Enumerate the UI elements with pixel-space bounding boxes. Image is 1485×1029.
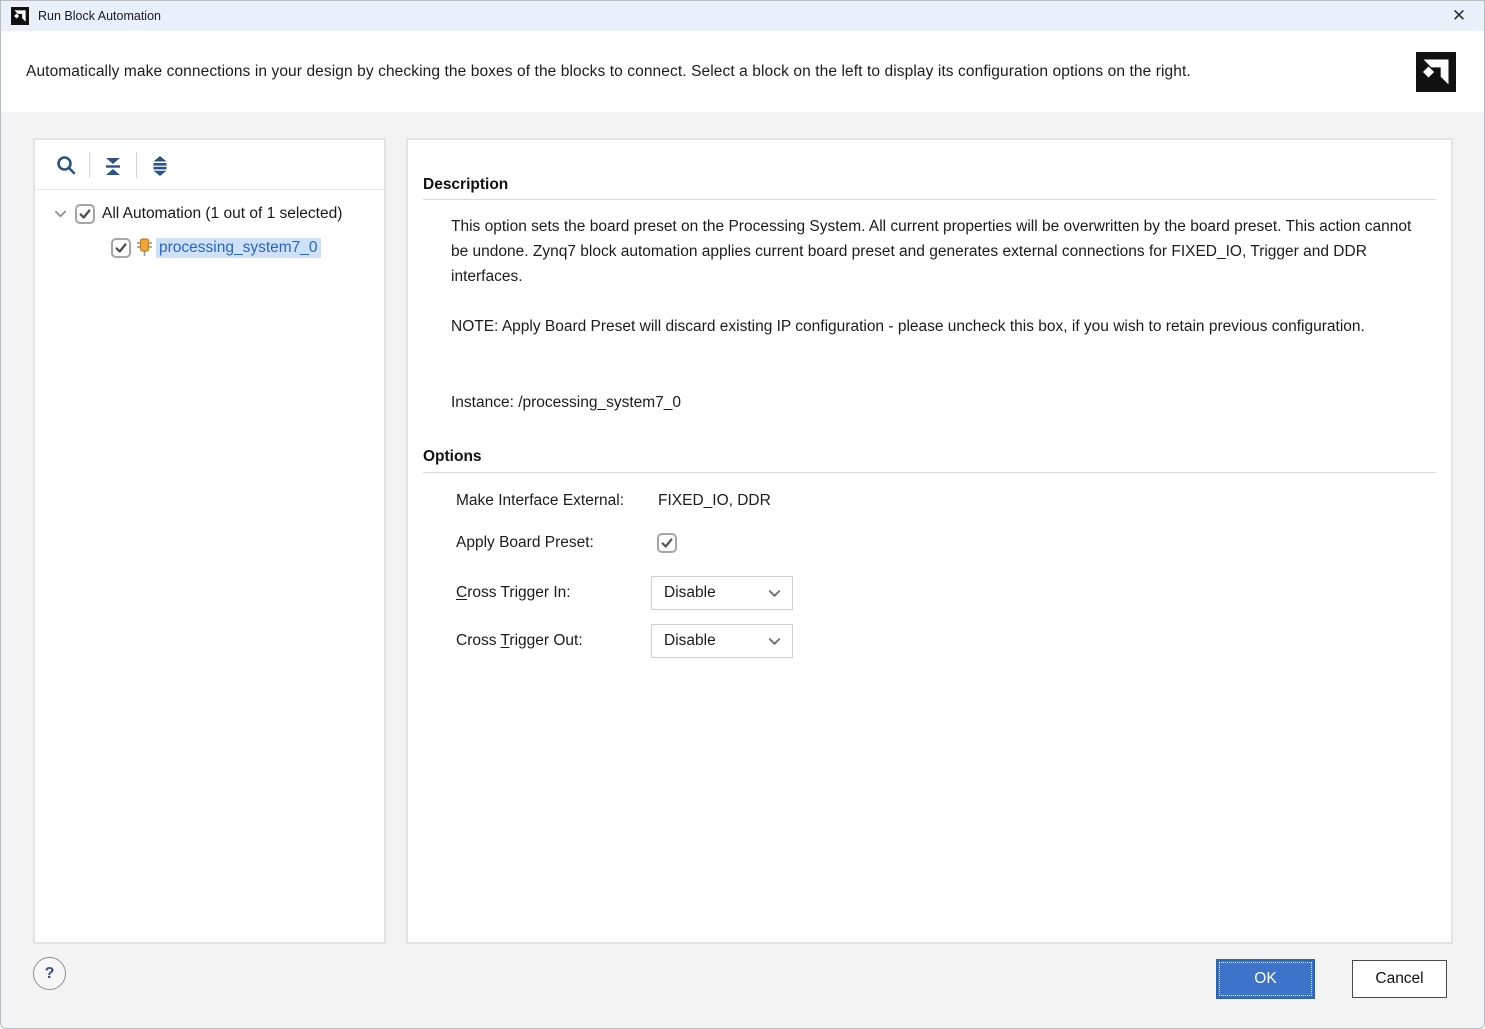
ip-block-icon [136,238,153,257]
chevron-down-icon [767,634,782,649]
close-icon[interactable]: ✕ [1444,3,1474,29]
cross-trigger-out-dropdown[interactable]: Disable [651,624,793,658]
chevron-down-icon[interactable] [49,203,71,225]
cross-trigger-in-dropdown[interactable]: Disable [651,576,793,610]
tree-label-all-automation[interactable]: All Automation (1 out of 1 selected) [99,204,345,224]
options-heading: Options [423,448,482,466]
description-paragraph: This option sets the board preset on the… [451,214,1421,289]
automation-tree-panel: All Automation (1 out of 1 selected) [33,138,386,944]
make-interface-external-value: FIXED_IO, DDR [651,492,771,510]
apply-board-preset-label: Apply Board Preset: [456,534,651,552]
option-cross-trigger-in: Cross Trigger In: Disable [456,576,793,610]
cross-trigger-in-label: Cross Trigger In: [456,584,651,602]
tree-row-processing-system[interactable]: processing_system7_0 [35,234,384,261]
processing-system-checkbox[interactable] [111,238,131,258]
cross-trigger-out-value: Disable [664,632,767,650]
titlebar: Run Block Automation ✕ [1,1,1484,31]
expand-all-icon[interactable] [143,148,177,182]
chevron-down-icon [767,586,782,601]
cross-trigger-out-label: Cross Trigger Out: [456,632,651,650]
run-block-automation-dialog: Run Block Automation ✕ Automatically mak… [0,0,1485,1029]
cross-trigger-in-value: Disable [664,584,767,602]
header-instruction: Automatically make connections in your d… [26,63,1191,81]
search-icon[interactable] [49,148,83,182]
description-note: NOTE: Apply Board Preset will discard ex… [451,314,1421,339]
tree-toolbar [35,140,384,190]
collapse-all-icon[interactable] [96,148,130,182]
amd-logo-icon-large [1416,52,1456,92]
option-cross-trigger-out: Cross Trigger Out: Disable [456,624,793,658]
description-divider [423,199,1436,200]
description-heading: Description [423,176,508,194]
option-apply-board-preset: Apply Board Preset: [456,533,681,553]
cancel-button[interactable]: Cancel [1352,960,1447,998]
tree-label-processing-system[interactable]: processing_system7_0 [156,238,321,258]
amd-logo-icon [11,7,29,25]
help-button[interactable]: ? [33,957,66,990]
apply-board-preset-checkbox[interactable] [657,533,677,553]
instance-text: Instance: /processing_system7_0 [451,390,1421,415]
tree-row-all-automation[interactable]: All Automation (1 out of 1 selected) [35,200,384,227]
ok-button[interactable]: OK [1216,959,1315,999]
header: Automatically make connections in your d… [1,31,1484,112]
automation-tree: All Automation (1 out of 1 selected) [35,190,384,261]
configuration-panel: Description This option sets the board p… [406,138,1453,944]
options-divider [423,472,1436,473]
toolbar-separator [136,152,137,178]
window-title: Run Block Automation [38,9,161,23]
option-make-interface-external: Make Interface External: FIXED_IO, DDR [456,492,771,510]
make-interface-external-label: Make Interface External: [456,492,651,510]
all-automation-checkbox[interactable] [75,204,95,224]
toolbar-separator [89,152,90,178]
